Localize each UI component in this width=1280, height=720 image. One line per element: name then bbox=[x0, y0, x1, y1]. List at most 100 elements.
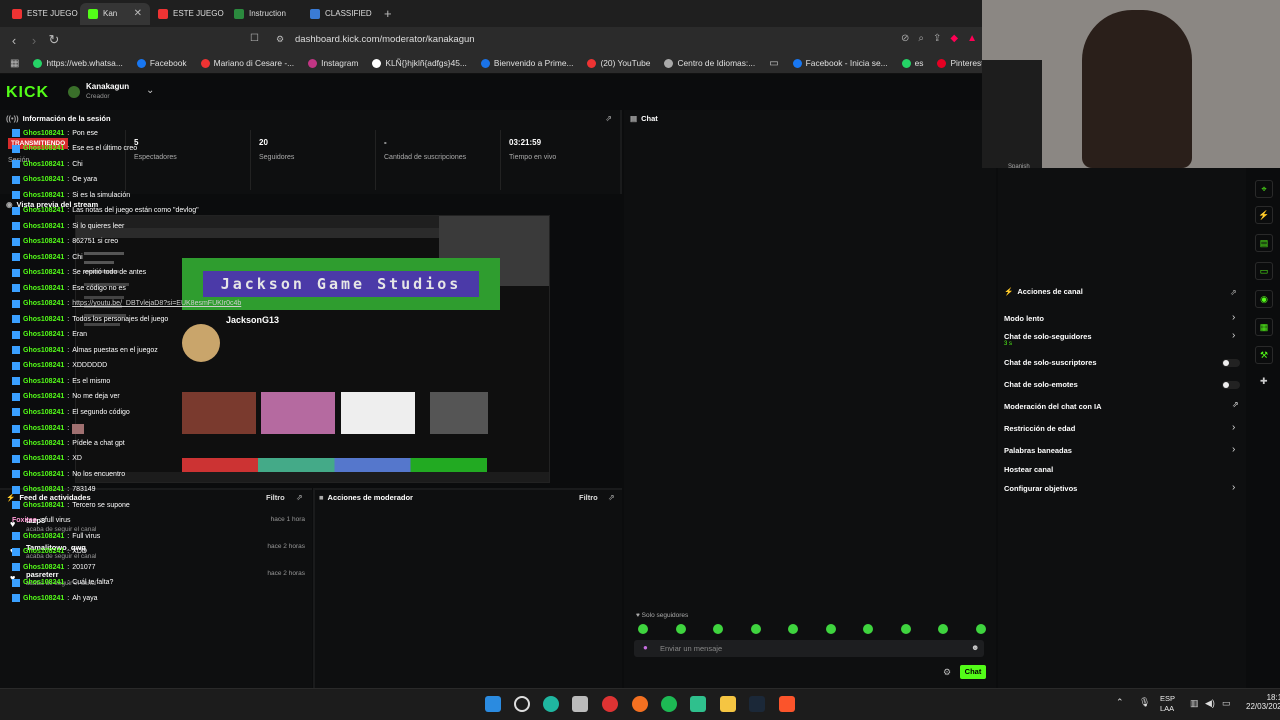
brave-icon[interactable] bbox=[779, 696, 795, 712]
channel-action-item[interactable]: Restricción de edad bbox=[1004, 424, 1075, 433]
file-explorer-icon[interactable] bbox=[720, 696, 736, 712]
recorder-icon[interactable] bbox=[602, 696, 618, 712]
emote-icon[interactable] bbox=[675, 624, 686, 634]
emote-icon[interactable] bbox=[825, 624, 836, 634]
emoji-icon[interactable]: ☻ bbox=[971, 643, 979, 652]
layout-icon[interactable]: ▦ bbox=[1255, 318, 1273, 336]
emote-icon[interactable] bbox=[638, 624, 648, 634]
windows-start-icon[interactable] bbox=[485, 696, 501, 712]
bookmark-item[interactable]: Facebook - Inicia se... bbox=[792, 58, 888, 68]
emote-icon[interactable] bbox=[900, 624, 911, 634]
bolt-icon[interactable]: ⚡ bbox=[1255, 206, 1273, 224]
external-link-icon[interactable]: ⇗ bbox=[608, 493, 615, 502]
emote-icon[interactable] bbox=[863, 624, 873, 634]
emote-icon[interactable] bbox=[975, 624, 986, 634]
wrench-icon[interactable]: ⚒ bbox=[1255, 346, 1273, 364]
chat-bubble-icon[interactable]: ▭ bbox=[1255, 262, 1273, 280]
bookmark-item[interactable]: KLÑ{}hjklñ{adfgs}45... bbox=[372, 58, 467, 68]
browser-tab[interactable]: Instruction bbox=[226, 3, 302, 25]
settings-icon[interactable]: ⚙ bbox=[943, 667, 951, 678]
chat-username[interactable]: Ghos108241 bbox=[23, 300, 64, 307]
brave-shield-icon[interactable]: ◆ bbox=[950, 33, 958, 44]
channel-action-item[interactable]: Chat de solo-suscriptores bbox=[1004, 358, 1097, 367]
chat-username[interactable]: Ghos108241 bbox=[23, 207, 64, 214]
chat-username[interactable]: Ghos108241 bbox=[23, 145, 64, 152]
chat-username[interactable]: Ghos108241 bbox=[23, 548, 64, 555]
chevron-down-icon[interactable]: ⌄ bbox=[146, 85, 154, 96]
browser-tab[interactable]: ESTE JUEGO bbox=[150, 3, 226, 25]
chat-username[interactable]: Ghos108241 bbox=[23, 130, 64, 137]
bookmark-item[interactable]: https://web.whatsa... bbox=[33, 58, 123, 68]
chat-username[interactable]: Ghos108241 bbox=[23, 161, 64, 168]
app-icon[interactable] bbox=[632, 696, 648, 712]
apps-icon[interactable]: ▦ bbox=[10, 58, 19, 69]
browser-tab-active[interactable]: Kan ✕ bbox=[80, 2, 150, 25]
toggle-switch[interactable] bbox=[1222, 381, 1240, 389]
browser-tab[interactable]: ESTE JUEGO bbox=[4, 3, 80, 25]
url-field[interactable]: dashboard.kick.com/moderator/kanakagun bbox=[295, 34, 475, 45]
chat-username[interactable]: Ghos108241 bbox=[23, 192, 64, 199]
system-clock[interactable]: 18:1122/03/2026 bbox=[1246, 693, 1280, 711]
mic-icon[interactable]: 🎙 bbox=[1139, 697, 1150, 708]
chat-username[interactable]: Foxiteo bbox=[12, 517, 37, 524]
eye-off-icon[interactable]: ⊘ bbox=[901, 33, 909, 44]
chevron-right-icon[interactable]: › bbox=[1232, 330, 1235, 341]
zoom-icon[interactable]: ⌕ bbox=[918, 33, 924, 44]
chat-username[interactable]: Ghos108241 bbox=[23, 502, 64, 509]
back-icon[interactable]: ‹ bbox=[4, 33, 24, 48]
channel-action-item[interactable]: Configurar objetivos bbox=[1004, 484, 1077, 493]
mod-filter-button[interactable]: Filtro bbox=[579, 493, 598, 502]
external-link-icon[interactable]: ⇗ bbox=[1230, 288, 1237, 297]
bookmark-item[interactable]: es bbox=[901, 58, 923, 68]
bookmark-folder[interactable]: ▭ bbox=[769, 58, 778, 69]
chat-username[interactable]: Ghos108241 bbox=[23, 595, 64, 602]
chat-username[interactable]: Ghos108241 bbox=[23, 378, 64, 385]
chevron-right-icon[interactable]: › bbox=[1232, 482, 1235, 493]
chat-username[interactable]: Ghos108241 bbox=[23, 409, 64, 416]
chat-username[interactable]: Ghos108241 bbox=[23, 269, 64, 276]
feed-filter-button[interactable]: Filtro bbox=[266, 493, 285, 502]
external-link-icon[interactable]: ⇗ bbox=[605, 114, 612, 123]
notepad-icon[interactable] bbox=[572, 696, 588, 712]
chat-username[interactable]: Ghos108241 bbox=[23, 579, 64, 586]
bookmark-item[interactable]: Facebook bbox=[136, 58, 187, 68]
mic-icon[interactable]: ● bbox=[643, 643, 648, 652]
channel-action-item[interactable]: Palabras baneadas bbox=[1004, 446, 1072, 455]
chat-username[interactable]: Ghos108241 bbox=[23, 331, 64, 338]
channel-action-item[interactable]: Hostear canal bbox=[1004, 465, 1053, 474]
chat-username[interactable]: Ghos108241 bbox=[23, 425, 64, 432]
bookmark-item[interactable]: (20) YouTube bbox=[587, 58, 650, 68]
chat-username[interactable]: Ghos108241 bbox=[23, 486, 64, 493]
bookmark-item[interactable]: Mariano di Cesare -... bbox=[200, 58, 294, 68]
bookmark-item[interactable]: Instagram bbox=[308, 58, 358, 68]
chat-username[interactable]: Ghos108241 bbox=[23, 223, 64, 230]
channel-action-item[interactable]: Modo lento bbox=[1004, 314, 1044, 323]
bookmark-icon[interactable]: ☐ bbox=[250, 33, 259, 44]
chat-username[interactable]: Ghos108241 bbox=[23, 238, 64, 245]
add-widget-icon[interactable]: ✚ bbox=[1260, 376, 1268, 387]
bookmark-item[interactable]: Bienvenido a Prime... bbox=[480, 58, 573, 68]
channel-action-item[interactable]: Chat de solo-seguidores 3 s bbox=[1004, 332, 1092, 347]
kick-app-icon[interactable] bbox=[690, 696, 706, 712]
emote-icon[interactable] bbox=[788, 624, 798, 634]
bookmark-item[interactable]: Centro de Idiomas:... bbox=[664, 58, 755, 68]
site-info-icon[interactable]: ⚙ bbox=[276, 34, 284, 45]
chat-username[interactable]: Ghos108241 bbox=[23, 455, 64, 462]
chat-username[interactable]: Ghos108241 bbox=[23, 471, 64, 478]
search-icon[interactable] bbox=[514, 696, 530, 712]
external-link-icon[interactable]: ⇗ bbox=[1232, 400, 1239, 409]
channel-action-item[interactable]: Chat de solo-emotes bbox=[1004, 380, 1078, 389]
new-tab-icon[interactable]: + bbox=[384, 6, 392, 21]
emote-icon[interactable] bbox=[713, 624, 723, 634]
share-icon[interactable]: ⇪ bbox=[933, 33, 941, 44]
chevron-up-icon[interactable]: ⌃ bbox=[1116, 697, 1124, 708]
chat-username[interactable]: Ghos108241 bbox=[23, 285, 64, 292]
chat-username[interactable]: Ghos108241 bbox=[23, 393, 64, 400]
chat-username[interactable]: Ghos108241 bbox=[23, 316, 64, 323]
spotify-icon[interactable] bbox=[661, 696, 677, 712]
reload-icon[interactable]: ↻ bbox=[44, 32, 64, 48]
emote-icon[interactable] bbox=[750, 624, 761, 634]
target-icon[interactable]: ⌖ bbox=[1255, 180, 1273, 198]
network-icon[interactable]: ▥ bbox=[1190, 698, 1199, 709]
close-tab-icon[interactable]: ✕ bbox=[134, 8, 142, 19]
